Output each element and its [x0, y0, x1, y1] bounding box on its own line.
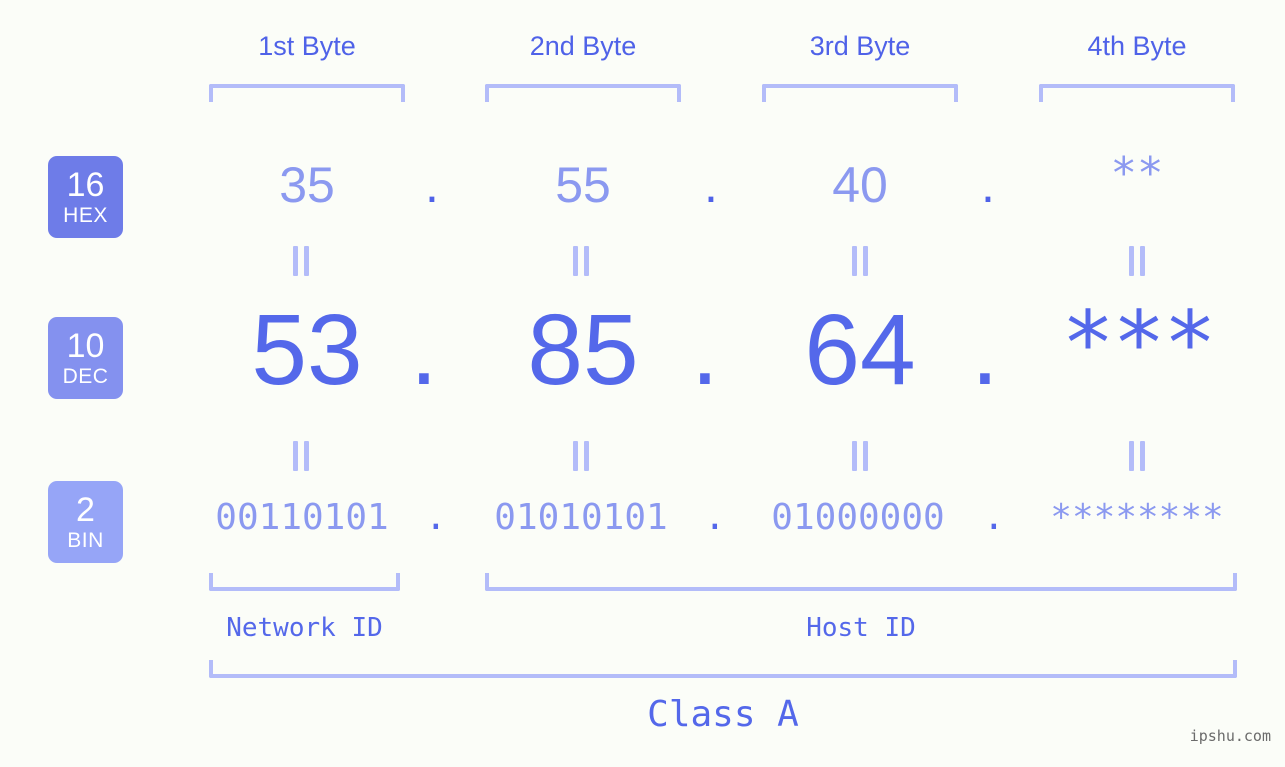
byte-header-3: 3rd Byte [809, 31, 911, 61]
byte-bracket-3 [762, 84, 958, 102]
dec-byte-1: 53 [251, 294, 363, 406]
equals-connector-hex-dec-2 [571, 246, 591, 276]
radix-badge-hex: 16 HEX [48, 156, 123, 238]
site-watermark: ipshu.com [1189, 727, 1271, 745]
radix-badge-bin-name: BIN [67, 529, 104, 552]
radix-badge-dec-number: 10 [66, 327, 105, 365]
byte-bracket-4 [1039, 84, 1235, 102]
bin-byte-2: 01010101 [494, 497, 668, 538]
hex-separator-3: . [981, 157, 995, 213]
ip-address-breakdown-diagram: 1st Byte 2nd Byte 3rd Byte 4th Byte 16 H… [0, 0, 1285, 767]
byte-header-1: 1st Byte [258, 31, 356, 61]
dec-byte-2: 85 [527, 294, 639, 406]
class-bracket [209, 660, 1237, 678]
equals-connector-dec-bin-2 [571, 441, 591, 471]
bin-byte-4: ******** [1050, 497, 1224, 538]
network-id-label: Network ID [226, 613, 383, 643]
radix-badge-bin: 2 BIN [48, 481, 123, 563]
host-id-label: Host ID [806, 613, 916, 643]
equals-connector-hex-dec-3 [850, 246, 870, 276]
byte-bracket-2 [485, 84, 681, 102]
network-id-bracket [209, 573, 400, 591]
byte-header-2: 2nd Byte [529, 31, 637, 61]
hex-byte-2: 55 [555, 157, 611, 213]
dec-byte-4: *** [1061, 292, 1217, 395]
hex-byte-3: 40 [832, 157, 888, 213]
bin-separator-1: . [425, 497, 447, 538]
equals-connector-dec-bin-3 [850, 441, 870, 471]
bin-separator-3: . [983, 497, 1005, 538]
radix-badge-dec: 10 DEC [48, 317, 123, 399]
host-id-bracket [485, 573, 1237, 591]
hex-byte-4: ** [1110, 148, 1164, 199]
dec-separator-1: . [410, 294, 438, 406]
bin-byte-3: 01000000 [771, 497, 945, 538]
equals-connector-hex-dec-4 [1127, 246, 1147, 276]
radix-badge-hex-number: 16 [66, 166, 105, 204]
dec-separator-2: . [691, 294, 719, 406]
equals-connector-dec-bin-1 [291, 441, 311, 471]
equals-connector-hex-dec-1 [291, 246, 311, 276]
bin-byte-1: 00110101 [215, 497, 389, 538]
hex-byte-1: 35 [279, 157, 335, 213]
radix-badge-hex-name: HEX [63, 204, 108, 227]
byte-header-4: 4th Byte [1087, 31, 1187, 61]
byte-bracket-1 [209, 84, 405, 102]
equals-connector-dec-bin-4 [1127, 441, 1147, 471]
dec-separator-3: . [971, 294, 999, 406]
bin-separator-2: . [704, 497, 726, 538]
class-label: Class A [647, 694, 799, 735]
radix-badge-dec-name: DEC [62, 365, 109, 388]
hex-separator-2: . [704, 157, 718, 213]
dec-byte-3: 64 [804, 294, 916, 406]
radix-badge-bin-number: 2 [76, 491, 95, 529]
hex-separator-1: . [425, 157, 439, 213]
